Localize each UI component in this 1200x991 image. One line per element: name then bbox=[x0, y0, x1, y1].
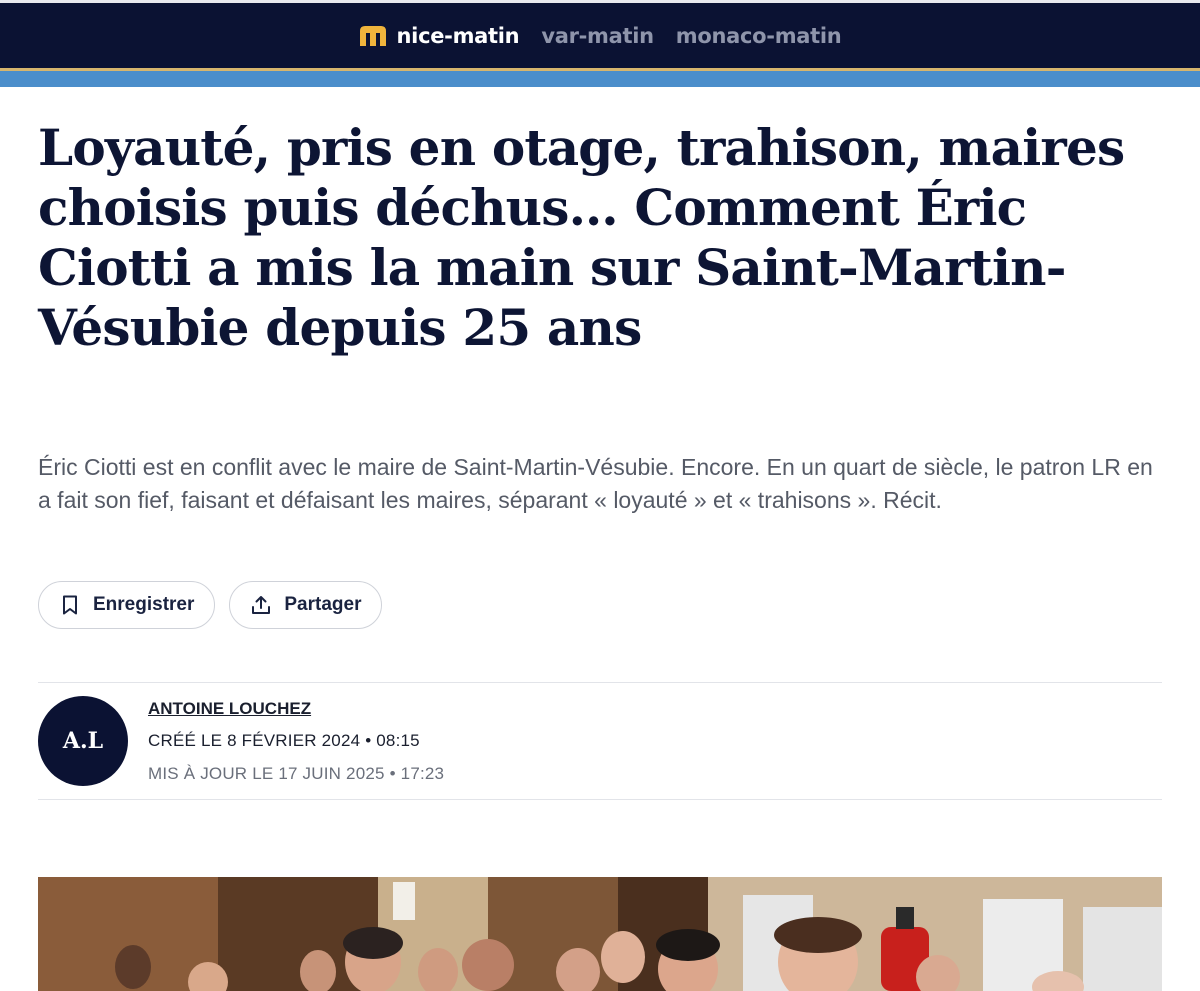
share-icon bbox=[250, 594, 272, 616]
site-link-var-matin[interactable]: var-matin bbox=[541, 24, 654, 48]
share-button-label: Partager bbox=[284, 594, 362, 615]
share-button[interactable]: Partager bbox=[229, 581, 383, 629]
nice-matin-logo-icon bbox=[359, 25, 387, 47]
site-header: nice-matin var-matin monaco-matin bbox=[0, 0, 1200, 68]
updated-date: MIS À JOUR LE 17 JUIN 2025 • 17:23 bbox=[148, 764, 445, 783]
article-actions: Enregistrer Partager bbox=[38, 581, 383, 629]
save-button-label: Enregistrer bbox=[93, 594, 195, 615]
created-date: CRÉÉ LE 8 FÉVRIER 2024 • 08:15 bbox=[148, 731, 420, 750]
header-blue-divider bbox=[0, 71, 1200, 87]
save-button[interactable]: Enregistrer bbox=[38, 581, 216, 629]
bookmark-icon bbox=[59, 594, 81, 616]
article-title: Loyauté, pris en otage, trahison, maires… bbox=[38, 118, 1125, 357]
site-link-monaco-matin[interactable]: monaco-matin bbox=[676, 24, 842, 48]
article-byline: A.L ANTOINE LOUCHEZ CRÉÉ LE 8 FÉVRIER 20… bbox=[38, 682, 1162, 800]
author-name-link[interactable]: ANTOINE LOUCHEZ bbox=[148, 699, 311, 719]
article-photo[interactable] bbox=[38, 877, 1162, 991]
site-link-nice-matin[interactable]: nice-matin bbox=[397, 24, 520, 48]
nice-matin-brand[interactable]: nice-matin bbox=[359, 24, 520, 48]
author-avatar[interactable]: A.L bbox=[38, 696, 128, 786]
article-lede: Éric Ciotti est en conflit avec le maire… bbox=[38, 454, 1153, 513]
